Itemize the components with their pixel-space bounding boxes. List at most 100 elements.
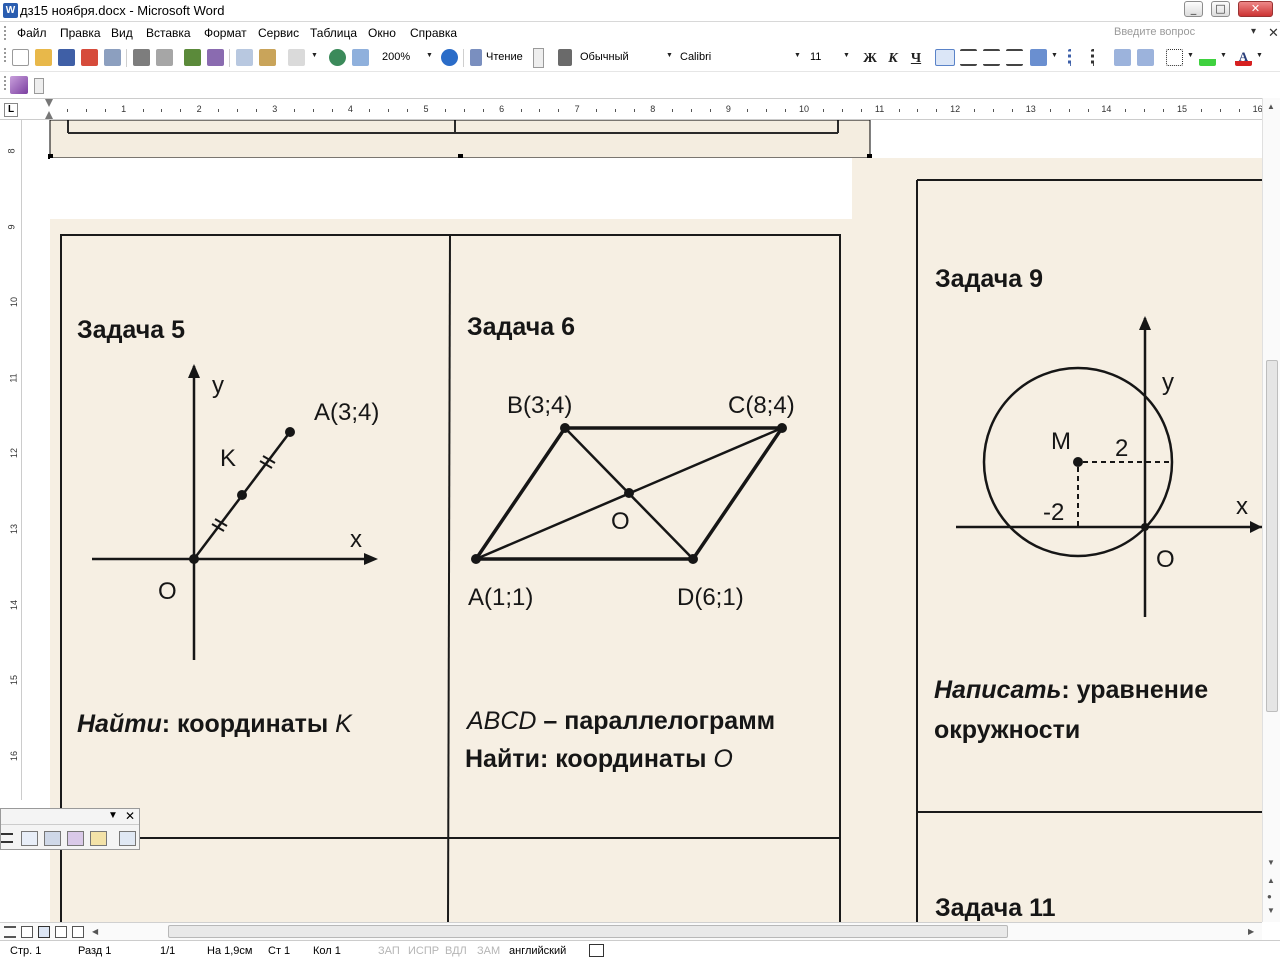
horizontal-scroll-thumb[interactable] <box>168 925 1008 938</box>
toolbar-options-icon[interactable] <box>533 48 544 68</box>
italic-button[interactable]: К <box>884 50 902 68</box>
hyperlink-icon[interactable] <box>329 49 346 66</box>
font-select[interactable]: Calibri <box>676 47 804 68</box>
borders-icon[interactable] <box>1166 49 1183 66</box>
next-page-icon[interactable]: ▼ <box>1267 906 1275 915</box>
scroll-right-icon[interactable]: ▶ <box>1248 927 1254 936</box>
format-picture-icon[interactable] <box>67 831 84 846</box>
style-select[interactable]: Обычный <box>576 47 674 68</box>
crop-icon[interactable] <box>21 831 38 846</box>
menu-help[interactable]: Справка <box>410 26 457 40</box>
outline-view-icon[interactable] <box>55 926 67 938</box>
paste-icon[interactable] <box>259 49 276 66</box>
decrease-indent-icon[interactable] <box>1114 49 1131 66</box>
reading-mode-button[interactable]: Чтение <box>486 51 523 63</box>
picture-toolbar-titlebar[interactable]: ▼ ✕ <box>1 809 139 825</box>
menu-grip[interactable] <box>4 26 8 40</box>
line-spacing-icon[interactable] <box>1030 49 1047 66</box>
status-record[interactable]: ЗАП <box>378 945 400 957</box>
document-area[interactable]: Задача 5 y x O A(3;4) K Найти: координат… <box>22 120 1262 922</box>
word-app-icon[interactable]: W <box>3 3 18 18</box>
compress-picture-icon[interactable] <box>44 831 61 846</box>
normal-view-icon[interactable] <box>4 926 16 938</box>
justify-icon[interactable] <box>1006 49 1023 66</box>
web-layout-icon[interactable] <box>21 926 33 938</box>
reset-picture-icon[interactable] <box>119 831 136 846</box>
table-icon[interactable] <box>352 49 369 66</box>
font-color-dropdown-icon[interactable]: ▼ <box>1256 52 1263 59</box>
styles-formatting-icon[interactable] <box>10 76 28 94</box>
first-line-indent-marker[interactable] <box>45 99 53 108</box>
print-layout-icon[interactable] <box>38 926 50 938</box>
underline-button[interactable]: Ч <box>907 50 925 68</box>
hanging-indent-marker[interactable] <box>45 110 53 119</box>
align-left-icon[interactable] <box>935 49 955 66</box>
text-wrapping-icon[interactable] <box>1 833 13 843</box>
picture-toolbar[interactable]: ▼ ✕ <box>0 808 140 850</box>
highlight-dropdown-icon[interactable]: ▼ <box>1220 52 1227 59</box>
horizontal-scrollbar[interactable]: ◀ ▶ <box>0 922 1262 940</box>
line-spacing-dropdown-icon[interactable]: ▼ <box>1051 52 1058 59</box>
scroll-up-icon[interactable]: ▲ <box>1267 102 1275 111</box>
bulleted-list-icon[interactable] <box>1091 49 1108 66</box>
styles-pane-icon[interactable] <box>558 49 572 66</box>
toolbar-overflow-icon[interactable] <box>34 78 44 94</box>
minimize-button[interactable]: _ <box>1184 1 1203 17</box>
menu-edit[interactable]: Правка <box>60 26 101 40</box>
zoom-dropdown-icon[interactable]: ▼ <box>426 52 433 59</box>
menu-window[interactable]: Окно <box>368 26 396 40</box>
menu-file[interactable]: Файл <box>17 26 47 40</box>
print-preview-icon[interactable] <box>156 49 173 66</box>
toolbar-close-icon[interactable]: ✕ <box>125 809 135 823</box>
menu-format[interactable]: Формат <box>204 26 247 40</box>
undo-dropdown-icon[interactable]: ▼ <box>311 52 318 59</box>
menu-table[interactable]: Таблица <box>310 26 357 40</box>
open-folder-icon[interactable] <box>35 49 52 66</box>
numbered-list-icon[interactable] <box>1068 49 1085 66</box>
reading-view-icon[interactable] <box>72 926 84 938</box>
spelling-status-icon[interactable] <box>589 944 604 957</box>
ask-dropdown-icon[interactable]: ▾ <box>1251 26 1256 37</box>
set-transparent-color-icon[interactable] <box>90 831 107 846</box>
align-right-icon[interactable] <box>983 49 1000 66</box>
copy-icon[interactable] <box>236 49 253 66</box>
toolbar-grip[interactable] <box>4 48 8 62</box>
font-color-icon[interactable]: A <box>1235 49 1252 66</box>
tab-selector[interactable]: L <box>4 103 18 117</box>
status-overtype[interactable]: ЗАМ <box>477 945 500 957</box>
save-icon[interactable] <box>58 49 75 66</box>
align-center-icon[interactable] <box>960 49 977 66</box>
status-language[interactable]: английский <box>509 945 566 957</box>
menu-tools[interactable]: Сервис <box>258 26 299 40</box>
style-dropdown-icon[interactable]: ▼ <box>666 52 673 59</box>
increase-indent-icon[interactable] <box>1137 49 1154 66</box>
highlight-icon[interactable] <box>1199 49 1216 66</box>
horizontal-ruler[interactable]: L 1 2 3 4 5 6 7 8 9 10 11 12 13 14 15 16 <box>0 98 1280 120</box>
print-icon[interactable] <box>133 49 150 66</box>
styles-toolbar-grip[interactable] <box>4 76 8 90</box>
close-button[interactable]: ✕ <box>1238 1 1273 17</box>
document-close-icon[interactable]: ✕ <box>1268 25 1279 41</box>
menu-insert[interactable]: Вставка <box>146 26 191 40</box>
menu-view[interactable]: Вид <box>111 26 133 40</box>
borders-dropdown-icon[interactable]: ▼ <box>1187 52 1194 59</box>
vertical-scrollbar[interactable]: ▲ ▼ ▲ ● ▼ <box>1262 98 1280 922</box>
vertical-ruler[interactable]: 8 9 10 11 12 13 14 15 16 <box>0 120 22 800</box>
reading-mode-icon[interactable] <box>470 49 482 66</box>
maximize-button[interactable]: □ <box>1211 1 1230 17</box>
font-dropdown-icon[interactable]: ▼ <box>794 52 801 59</box>
help-icon[interactable] <box>441 49 458 66</box>
ask-question-input[interactable]: Введите вопрос <box>1114 26 1195 38</box>
browse-object-icon[interactable]: ● <box>1267 892 1272 901</box>
scroll-down-icon[interactable]: ▼ <box>1267 858 1275 867</box>
email-icon[interactable] <box>104 49 121 66</box>
previous-page-icon[interactable]: ▲ <box>1267 876 1275 885</box>
font-size-dropdown-icon[interactable]: ▼ <box>843 52 850 59</box>
undo-icon[interactable] <box>288 49 305 66</box>
spelling-icon[interactable] <box>184 49 201 66</box>
toolbar-options-icon[interactable]: ▼ <box>108 810 118 821</box>
status-extend[interactable]: ВДЛ <box>445 945 467 957</box>
scroll-left-icon[interactable]: ◀ <box>92 927 98 936</box>
research-icon[interactable] <box>207 49 224 66</box>
vertical-scroll-thumb[interactable] <box>1266 360 1278 712</box>
